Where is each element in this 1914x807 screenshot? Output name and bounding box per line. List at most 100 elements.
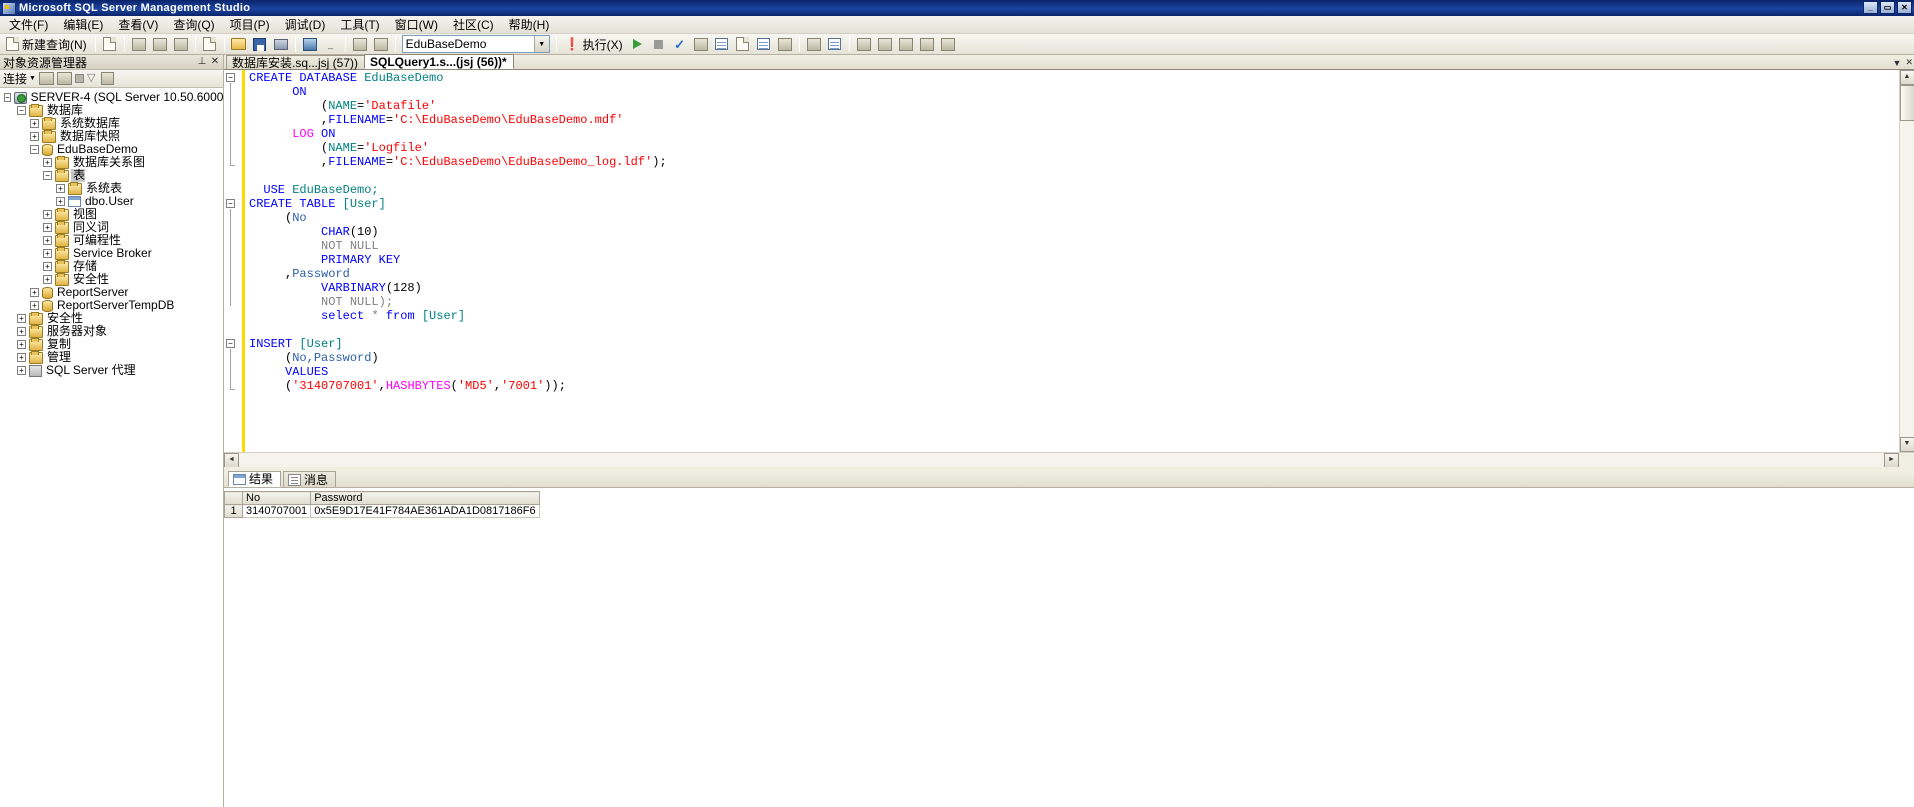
connect-button[interactable]: 连接 ▼ [3, 70, 36, 87]
scroll-down-button[interactable]: ▼ [1899, 437, 1914, 452]
collapse-toggle-icon[interactable]: − [4, 93, 11, 102]
expand-toggle-icon[interactable]: + [56, 184, 65, 193]
refresh-icon[interactable] [100, 72, 114, 85]
results-grid[interactable]: No Password 1 3140707001 0x5E9D17E41F784AE… [224, 491, 540, 518]
fold-margin[interactable]: − − − [224, 70, 236, 452]
expand-toggle-icon[interactable]: + [43, 262, 52, 271]
display-estimated-plan-button[interactable] [691, 35, 711, 54]
include-client-statistics-button[interactable] [825, 35, 845, 54]
results-grid-wrapper[interactable]: No Password 1 3140707001 0x5E9D17E41F784AE… [224, 488, 1914, 807]
expand-toggle-icon[interactable]: + [17, 340, 26, 349]
object-explorer-tree[interactable]: −SERVER-4 (SQL Server 10.50.6000 - jsj)−… [0, 88, 223, 807]
open-file-button[interactable] [229, 35, 249, 54]
expand-toggle-icon[interactable]: + [17, 314, 26, 323]
collapse-toggle-icon[interactable]: − [17, 106, 26, 115]
results-to-file-button[interactable] [775, 35, 795, 54]
uncomment-selection-button[interactable] [917, 35, 937, 54]
expand-toggle-icon[interactable]: + [43, 210, 52, 219]
stop-button[interactable] [649, 35, 669, 54]
expand-toggle-icon[interactable]: + [30, 288, 39, 297]
close-icon[interactable]: ✕ [1905, 57, 1913, 68]
menu-item-community[interactable]: 社区(C) [446, 14, 502, 35]
tree-item[interactable]: + SQL Server 代理 [0, 364, 223, 377]
editor-vertical-scrollbar[interactable]: ▲ ▼ [1899, 70, 1914, 452]
expand-toggle-icon[interactable]: + [43, 249, 52, 258]
scroll-right-button[interactable]: ► [1884, 452, 1899, 468]
comment-selection-button[interactable] [896, 35, 916, 54]
menu-item-help[interactable]: 帮助(H) [502, 14, 558, 35]
scroll-left-button[interactable]: ◄ [224, 452, 239, 468]
expand-toggle-icon[interactable]: + [30, 119, 39, 128]
tree-item[interactable]: + 存储 [0, 259, 223, 273]
sql-editor[interactable]: − − − CREATE DATABASE EduBaseDemo ON (NAME… [224, 70, 1914, 452]
outdent-button[interactable] [875, 35, 895, 54]
menu-item-project[interactable]: 项目(P) [223, 14, 278, 35]
vscroll-thumb[interactable] [1899, 85, 1914, 121]
parse-button[interactable]: ✓ [670, 35, 690, 54]
editor-tab-database-install[interactable]: 数据库安装.sq...jsj (57)) [226, 55, 366, 70]
expand-toggle-icon[interactable]: + [17, 366, 26, 375]
tree-item[interactable]: + Service Broker [0, 246, 223, 260]
expand-toggle-icon[interactable]: + [43, 275, 52, 284]
expand-toggle-icon[interactable]: + [43, 158, 52, 167]
menu-item-window[interactable]: 窗口(W) [388, 14, 446, 35]
database-combo[interactable]: EduBaseDemo ▼ [401, 35, 550, 53]
results-to-grid-button[interactable] [754, 35, 774, 54]
editor-horizontal-scrollbar[interactable]: ◄ ► [224, 452, 1914, 468]
new-database-engine-query-button[interactable] [100, 35, 120, 54]
tree-item[interactable]: + 服务器对象 [0, 324, 223, 338]
expand-toggle-icon[interactable]: + [30, 132, 39, 141]
new-query-button[interactable]: 新建查询(N) [2, 35, 91, 54]
save-button[interactable] [250, 35, 270, 54]
expand-toggle-icon[interactable]: + [17, 353, 26, 362]
grid-corner-header[interactable] [224, 491, 243, 505]
cell-no[interactable]: 3140707001 [241, 504, 312, 518]
hscroll-track[interactable] [239, 452, 1884, 468]
minimize-button[interactable]: _ [1863, 1, 1878, 14]
scroll-up-button[interactable]: ▲ [1899, 70, 1914, 85]
pin-icon[interactable]: ⊥ [196, 57, 208, 67]
uncomment-button[interactable] [371, 35, 391, 54]
new-xmla-query-button[interactable] [171, 35, 191, 54]
debug-button[interactable] [628, 35, 648, 54]
filter-icon[interactable]: ▽ [87, 73, 98, 84]
fold-collapse-icon[interactable]: − [226, 199, 235, 208]
menu-item-view[interactable]: 查看(V) [111, 14, 166, 35]
include-actual-execution-plan-button[interactable] [804, 35, 824, 54]
collapse-toggle-icon[interactable]: − [43, 171, 52, 180]
new-mdx-query-button[interactable] [129, 35, 149, 54]
execute-button[interactable]: ❗ 执行(X) [561, 35, 627, 54]
menu-item-query[interactable]: 查询(Q) [166, 14, 222, 35]
expand-toggle-icon[interactable]: + [30, 301, 39, 310]
chevron-down-icon[interactable]: ▼ [533, 36, 549, 52]
menu-item-debug[interactable]: 调试(D) [278, 14, 334, 35]
tree-item[interactable]: + ReportServerTempDB [0, 299, 223, 312]
tree-item[interactable]: + dbo.User [0, 195, 223, 208]
disconnect-icon[interactable] [56, 72, 72, 85]
menu-item-edit[interactable]: 编辑(E) [56, 14, 111, 35]
results-tab-grid[interactable]: 结果 [228, 471, 282, 487]
close-button[interactable]: ✕ [1897, 1, 1912, 14]
menu-item-tools[interactable]: 工具(T) [333, 14, 387, 35]
tree-item[interactable]: + 安全性 [0, 311, 223, 325]
connect-icon[interactable] [38, 72, 54, 85]
results-to-text-button[interactable] [733, 35, 753, 54]
collapse-toggle-icon[interactable]: − [30, 145, 39, 154]
tree-item[interactable]: −SERVER-4 (SQL Server 10.50.6000 - jsj) [0, 91, 223, 104]
specify-values-button[interactable] [938, 35, 958, 54]
new-dmx-query-button[interactable] [150, 35, 170, 54]
tree-item[interactable]: + 视图 [0, 207, 223, 221]
script-button[interactable] [300, 35, 320, 54]
results-tab-messages[interactable]: 消息 [283, 471, 337, 487]
tree-item[interactable]: + 数据库关系图 [0, 155, 223, 169]
row-number[interactable]: 1 [224, 504, 243, 518]
vscroll-track[interactable] [1899, 85, 1914, 437]
column-header-password[interactable]: Password [310, 491, 540, 505]
toolbar-overflow-button[interactable]: _ [321, 35, 341, 54]
column-header-no[interactable]: No [241, 491, 312, 505]
print-button[interactable] [271, 35, 291, 54]
editor-tab-sqlquery1[interactable]: SQLQuery1.s...(jsj (56))* [364, 54, 514, 69]
chevron-down-icon[interactable]: ▼ [1893, 58, 1902, 68]
expand-toggle-icon[interactable]: + [43, 223, 52, 232]
sql-code-text[interactable]: CREATE DATABASE EduBaseDemo ON (NAME='Da… [245, 70, 1899, 452]
